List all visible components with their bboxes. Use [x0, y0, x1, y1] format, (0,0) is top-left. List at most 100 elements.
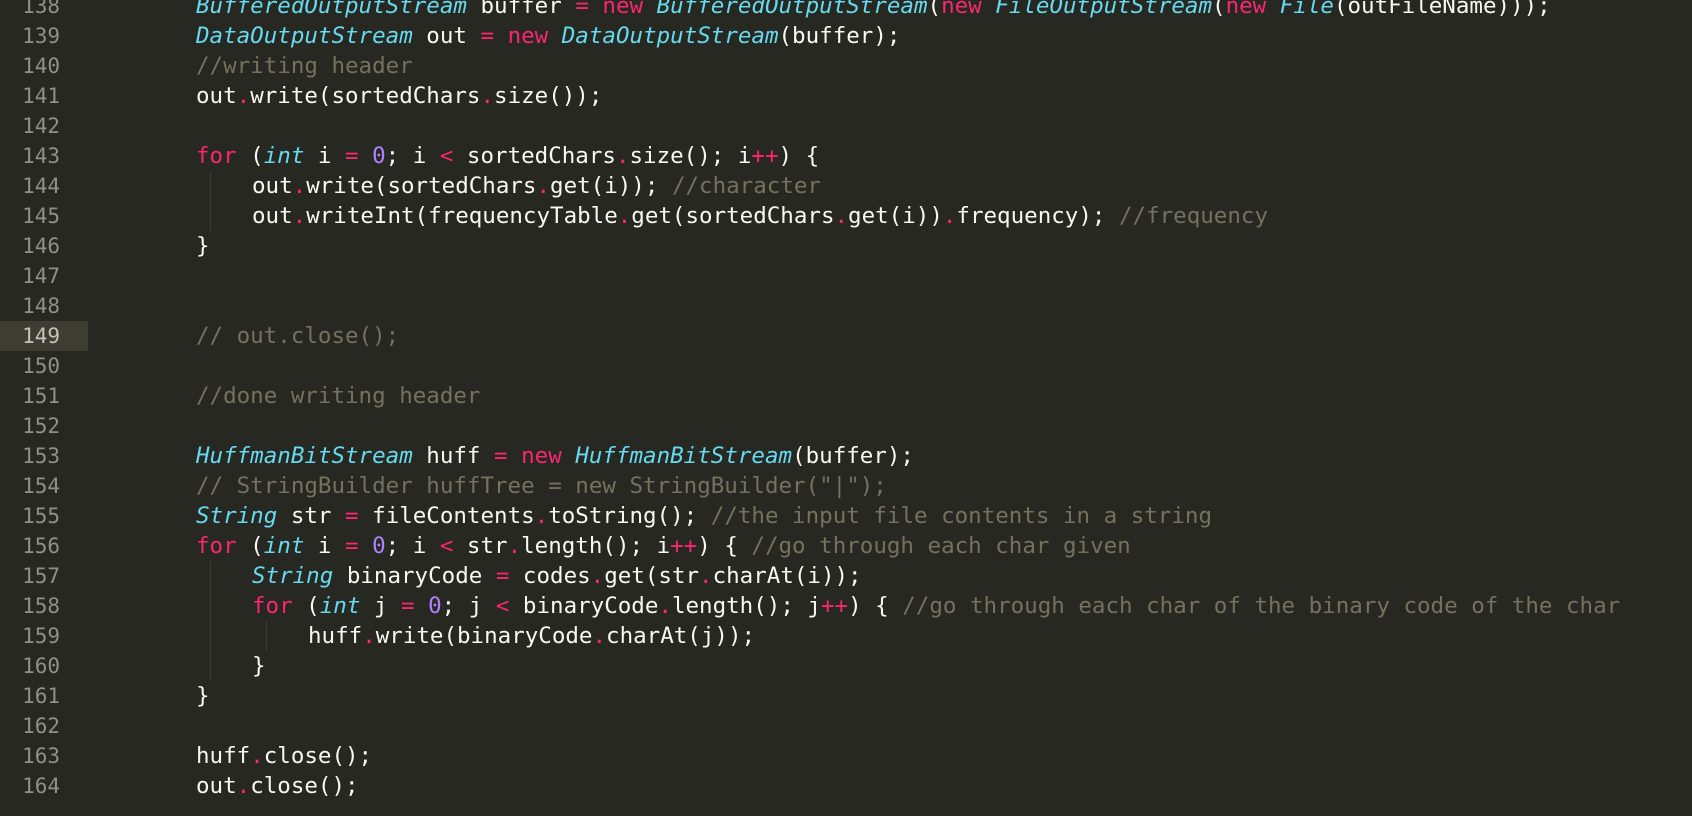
keyword-token: for: [196, 533, 237, 559]
line-number: 142: [22, 114, 60, 138]
code-line[interactable]: 138 BufferedOutputStream buffer = new Buf…: [0, 0, 1692, 21]
code-token: (: [236, 533, 264, 559]
code-editor[interactable]: 138 BufferedOutputStream buffer = new Buf…: [0, 0, 1692, 816]
code-text[interactable]: //done writing header: [196, 381, 480, 411]
code-line[interactable]: 162: [0, 711, 1692, 741]
keyword-token: ++: [751, 143, 779, 169]
code-line[interactable]: 164 out.close();: [0, 771, 1692, 801]
keyword-token: .: [236, 773, 251, 799]
code-text[interactable]: for (int i = 0; i < str.length(); i++) {…: [196, 531, 1131, 561]
indent-guide: [210, 591, 211, 621]
comment-token: // out.close();: [196, 323, 400, 349]
code-line[interactable]: 158 for (int j = 0; j < binaryCode.length…: [0, 591, 1692, 621]
code-line[interactable]: 159 huff.write(binaryCode.charAt(j));: [0, 621, 1692, 651]
code-text[interactable]: }: [196, 231, 210, 261]
code-text[interactable]: huff.write(binaryCode.charAt(j));: [308, 621, 755, 651]
comment-token: //character: [671, 173, 821, 199]
code-text[interactable]: // out.close();: [196, 321, 399, 351]
code-token: size());: [494, 83, 603, 109]
code-text[interactable]: out.write(sortedChars.get(i)); //charact…: [252, 171, 821, 201]
line-number: 139: [22, 24, 60, 48]
indent-guide: [266, 621, 267, 651]
keyword-token: .: [480, 83, 495, 109]
code-text[interactable]: for (int i = 0; i < sortedChars.size(); …: [196, 141, 819, 171]
code-token: i: [304, 533, 346, 559]
code-token: ; i: [385, 533, 440, 559]
code-line[interactable]: 160}: [0, 651, 1692, 681]
code-line[interactable]: 146}: [0, 231, 1692, 261]
code-text[interactable]: out.close();: [196, 771, 359, 801]
code-text[interactable]: DataOutputStream out = new DataOutputStr…: [196, 21, 900, 51]
code-token: writeInt(frequencyTable: [306, 203, 618, 229]
code-text[interactable]: BufferedOutputStream buffer = new Buffer…: [196, 0, 1551, 21]
code-line[interactable]: 154 // StringBuilder huffTree = new Strin…: [0, 471, 1692, 501]
line-number: 144: [22, 174, 60, 198]
code-lines[interactable]: 138 BufferedOutputStream buffer = new Buf…: [0, 0, 1692, 801]
code-text[interactable]: }: [196, 681, 210, 711]
indent-guide: [210, 201, 211, 231]
keyword-token: .: [658, 593, 672, 619]
comment-token: //writing header: [196, 53, 413, 79]
code-token: huff: [308, 623, 363, 649]
keyword-token: =: [345, 503, 359, 529]
code-token: out: [196, 773, 237, 799]
code-text[interactable]: //writing header: [196, 51, 413, 81]
code-line[interactable]: 148: [0, 291, 1692, 321]
code-line[interactable]: 150: [0, 351, 1692, 381]
code-text[interactable]: String str = fileContents.toString(); //…: [196, 501, 1212, 531]
code-line[interactable]: 145 out.writeInt(frequencyTable.get(sorte…: [0, 201, 1692, 231]
code-line[interactable]: 149 // out.close();: [0, 321, 1692, 351]
line-number: 151: [22, 384, 60, 408]
code-text[interactable]: // StringBuilder huffTree = new StringBu…: [196, 471, 887, 501]
comment-token: // StringBuilder huffTree = new StringBu…: [196, 473, 887, 499]
code-text[interactable]: String binaryCode = codes.get(str.charAt…: [252, 561, 862, 591]
code-line[interactable]: 144 out.write(sortedChars.get(i)); //char…: [0, 171, 1692, 201]
keyword-token: .: [615, 143, 630, 169]
code-line[interactable]: 157 String binaryCode = codes.get(str.cha…: [0, 561, 1692, 591]
keyword-token: for: [196, 143, 237, 169]
code-text[interactable]: out.write(sortedChars.size());: [196, 81, 602, 111]
line-number: 148: [22, 294, 60, 318]
keyword-token: new: [521, 443, 562, 469]
comment-token: //go through each char of the binary cod…: [902, 593, 1621, 619]
code-line[interactable]: 156 for (int i = 0; i < str.length(); i++…: [0, 531, 1692, 561]
line-number: 161: [22, 684, 60, 708]
line-number: 154: [22, 474, 60, 498]
code-line[interactable]: 140 //writing header: [0, 51, 1692, 81]
keyword-token: new: [602, 0, 644, 19]
code-line[interactable]: 163 huff.close();: [0, 741, 1692, 771]
code-token: huff: [196, 743, 251, 769]
line-number: 143: [22, 144, 60, 168]
line-number: 158: [22, 594, 60, 618]
code-line[interactable]: 142: [0, 111, 1692, 141]
code-text[interactable]: huff.close();: [196, 741, 372, 771]
code-line[interactable]: 147: [0, 261, 1692, 291]
keyword-token: <: [439, 143, 454, 169]
code-token: huff: [412, 443, 495, 469]
keyword-token: .: [590, 563, 605, 589]
code-line[interactable]: 143 for (int i = 0; i < sortedChars.size(…: [0, 141, 1692, 171]
code-token: close();: [263, 743, 373, 769]
code-line[interactable]: 153 HuffmanBitStream huff = new HuffmanBi…: [0, 441, 1692, 471]
code-token: get(str: [604, 563, 700, 589]
code-line[interactable]: 161}: [0, 681, 1692, 711]
comment-token: //done writing header: [196, 383, 481, 409]
code-token: ; j: [441, 593, 496, 619]
code-text[interactable]: }: [252, 651, 266, 681]
code-text[interactable]: out.writeInt(frequencyTable.get(sortedCh…: [252, 201, 1268, 231]
line-number: 150: [22, 354, 60, 378]
code-line[interactable]: 151 //done writing header: [0, 381, 1692, 411]
code-token: get(sortedChars: [631, 203, 835, 229]
code-token: buffer: [466, 0, 576, 19]
code-line[interactable]: 155 String str = fileContents.toString();…: [0, 501, 1692, 531]
type-token: String: [196, 503, 278, 529]
code-text[interactable]: HuffmanBitStream huff = new HuffmanBitSt…: [196, 441, 914, 471]
code-line[interactable]: 152: [0, 411, 1692, 441]
code-line[interactable]: 139 DataOutputStream out = new DataOutput…: [0, 21, 1692, 51]
code-line[interactable]: 141 out.write(sortedChars.size());: [0, 81, 1692, 111]
line-number: 160: [22, 654, 60, 678]
code-text[interactable]: for (int j = 0; j < binaryCode.length();…: [252, 591, 1620, 621]
